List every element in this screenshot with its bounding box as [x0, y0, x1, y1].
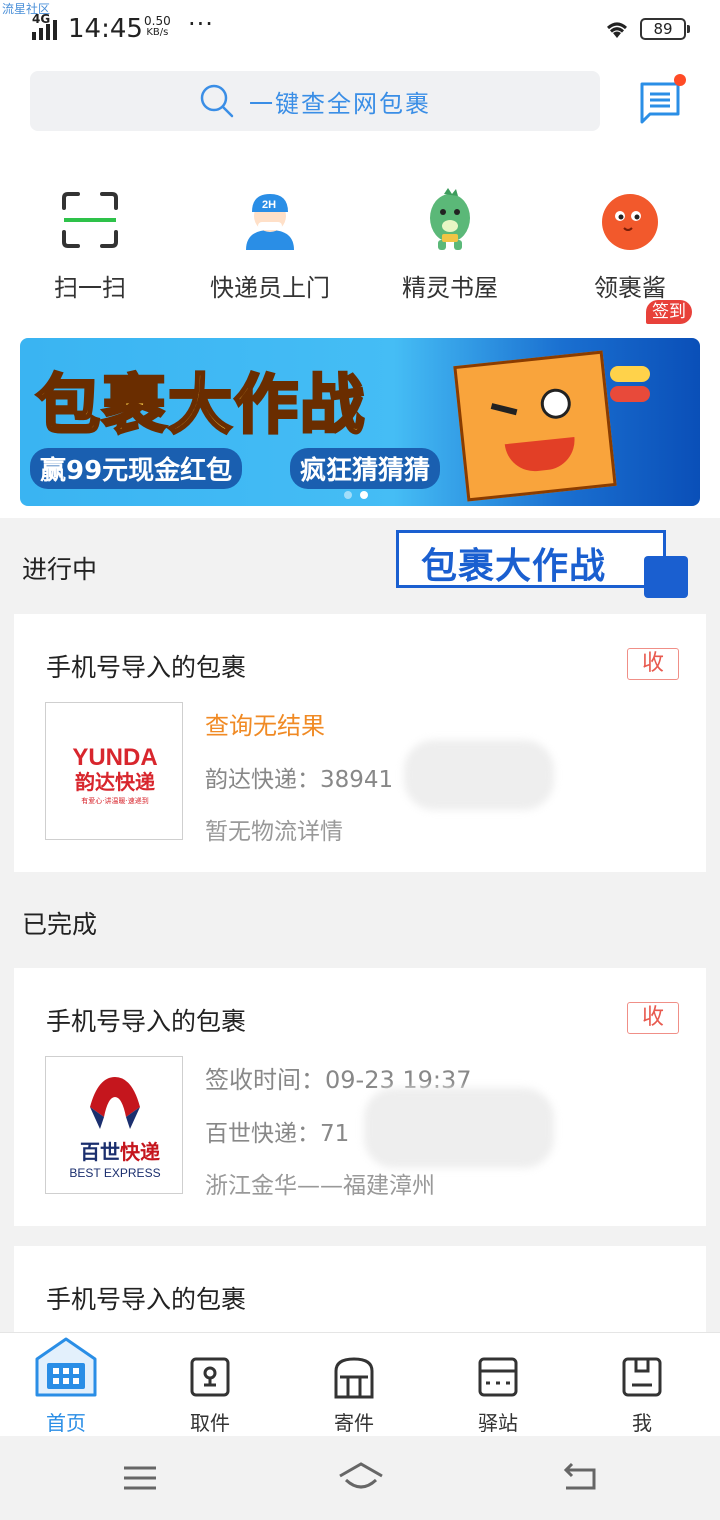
promo-tag-text: 包裹大作战 — [421, 546, 607, 587]
quick-action-label: 快递员上门 — [210, 274, 330, 302]
box-mascot-illustration — [453, 350, 617, 502]
app-screen: 流星社区 4G 14:45 0.50 KB/s ··· 89 一键查全网包裹 扫… — [0, 0, 720, 1520]
yunda-tagline: 有爱心·讲温暖·速递到 — [81, 796, 148, 805]
section-title-completed: 已完成 — [22, 910, 98, 939]
bottom-tab-bar: 首页 取件 寄件 驿站 我 — [0, 1332, 720, 1436]
tracking-number: 百世快递：71 — [205, 1121, 350, 1147]
quick-actions: 扫一扫 2H 快递员上门 精灵书屋 领裹酱 签到 — [0, 180, 720, 324]
battery-indicator: 89 — [640, 18, 690, 40]
best-express-logo-icon: 百世 快递 BEST EXPRESS — [69, 1077, 161, 1180]
tracking-number: 韵达快递：38941 — [205, 767, 394, 793]
mascot-icon — [602, 194, 658, 250]
tab-home[interactable]: 首页 — [0, 1333, 138, 1437]
yunda-name: 韵达快递 — [75, 770, 155, 794]
pickup-icon — [190, 1357, 230, 1397]
banner-subtitle-left: 赢99元现金红包 — [30, 448, 243, 489]
receive-badge[interactable]: 收 — [627, 1002, 679, 1034]
home-icon — [35, 1337, 97, 1397]
quick-action-label: 精灵书屋 — [402, 274, 498, 302]
courier-badge: 2H — [262, 199, 276, 211]
network-speed: 0.50 KB/s — [144, 15, 171, 39]
redacted-area — [364, 1088, 554, 1168]
banner-decoration — [610, 366, 700, 406]
banner-subtitle-right: 疯狂猜猜猜 — [290, 448, 441, 489]
tab-station[interactable]: 驿站 — [426, 1333, 570, 1437]
parcel-card[interactable]: 手机号导入的包裹 收 百世 快递 BEST EXPRESS 签收时间：09-23… — [14, 968, 706, 1226]
carousel-dot-active — [360, 491, 368, 499]
speed-value: 0.50 — [144, 14, 171, 28]
home-header: 一键查全网包裹 扫一扫 2H 快递员上门 精灵书屋 领裹酱 签到 包裹大作战 赢… — [0, 58, 720, 518]
promo-tag[interactable]: 包裹大作战 — [396, 530, 666, 588]
banner-title: 包裹大作战 — [35, 368, 366, 445]
parcel-title: 手机号导入的包裹 — [46, 653, 247, 682]
parcel-card[interactable]: 手机号导入的包裹 — [14, 1246, 706, 1336]
tab-label: 寄件 — [334, 1411, 374, 1435]
receive-badge[interactable]: 收 — [627, 648, 679, 680]
quick-action-label: 扫一扫 — [54, 274, 126, 302]
menu-icon[interactable] — [118, 1458, 162, 1498]
profile-icon — [622, 1357, 662, 1397]
message-list-icon[interactable] — [638, 80, 682, 124]
quick-action-label: 领裹酱 — [594, 274, 666, 302]
tab-label: 我 — [632, 1411, 652, 1435]
redacted-area — [404, 740, 554, 810]
parcel-card[interactable]: 手机号导入的包裹 收 YUNDA 韵达快递 有爱心·讲温暖·速递到 查询无结果 … — [14, 614, 706, 872]
yunda-brand: YUNDA — [72, 744, 157, 771]
section-title-in-progress: 进行中 — [22, 555, 98, 584]
yunda-logo: YUNDA 韵达快递 有爱心·讲温暖·速递到 — [45, 702, 183, 840]
parcel-title: 手机号导入的包裹 — [46, 1007, 247, 1036]
tab-pickup[interactable]: 取件 — [138, 1333, 282, 1437]
best-name-b: 快递 — [120, 1140, 160, 1164]
courier-icon: 2H — [246, 194, 294, 250]
best-english: BEST EXPRESS — [69, 1166, 160, 1180]
best-express-logo: 百世 快递 BEST EXPRESS — [45, 1056, 183, 1194]
wifi-icon — [607, 22, 627, 38]
tab-profile[interactable]: 我 — [570, 1333, 714, 1437]
home-nav-icon[interactable] — [336, 1458, 386, 1498]
tab-label: 驿站 — [478, 1411, 518, 1435]
signal-icon — [32, 20, 57, 40]
clock: 14:45 — [68, 14, 143, 44]
quick-action-bookhouse[interactable]: 精灵书屋 — [370, 180, 530, 310]
quick-action-scan[interactable]: 扫一扫 — [10, 180, 170, 310]
tab-label: 首页 — [46, 1411, 86, 1435]
tab-send[interactable]: 寄件 — [282, 1333, 426, 1437]
dinosaur-icon — [430, 188, 470, 250]
tab-label: 取件 — [190, 1411, 230, 1435]
promo-banner[interactable]: 包裹大作战 赢99元现金红包 疯狂猜猜猜 — [20, 338, 700, 506]
yunda-logo-icon: YUNDA 韵达快递 有爱心·讲温暖·速递到 — [72, 744, 157, 805]
search-icon — [200, 84, 234, 118]
speed-unit: KB/s — [146, 27, 169, 38]
carousel-dot — [344, 491, 352, 499]
sign-in-badge[interactable]: 签到 — [646, 300, 692, 324]
quick-action-mascot[interactable]: 领裹酱 — [550, 180, 710, 310]
send-icon — [334, 1357, 374, 1399]
more-notifications-icon: ··· — [188, 10, 214, 38]
quick-action-courier[interactable]: 2H 快递员上门 — [190, 180, 350, 310]
search-bar[interactable]: 一键查全网包裹 — [30, 71, 600, 131]
parcel-status: 查询无结果 — [205, 712, 325, 740]
scan-icon — [62, 192, 118, 248]
station-icon — [478, 1357, 518, 1397]
best-name-a: 百世 — [80, 1140, 120, 1164]
route-detail: 浙江金华——福建漳州 — [205, 1173, 435, 1199]
cube-icon — [644, 556, 688, 598]
system-navigation-bar — [0, 1436, 720, 1520]
status-bar: 流星社区 4G 14:45 0.50 KB/s ··· 89 — [0, 0, 720, 58]
parcel-title: 手机号导入的包裹 — [46, 1285, 247, 1314]
unread-dot — [674, 74, 686, 86]
carousel-indicator — [340, 484, 372, 503]
logistics-detail: 暂无物流详情 — [205, 819, 343, 845]
back-icon[interactable] — [558, 1458, 602, 1498]
search-placeholder: 一键查全网包裹 — [249, 89, 431, 118]
